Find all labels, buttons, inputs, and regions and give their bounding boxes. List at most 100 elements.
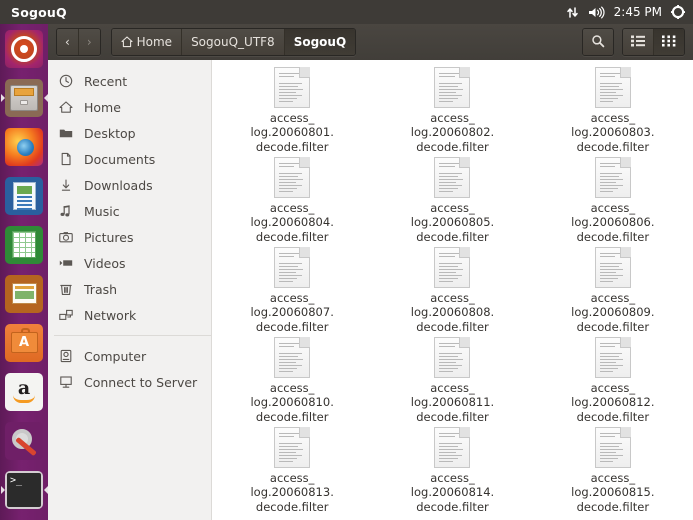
file-item[interactable]: access_ log.20060803. decode.filter (533, 64, 693, 154)
file-label-line: decode.filter (255, 319, 329, 334)
launcher-item-dash[interactable] (0, 24, 48, 73)
volume-indicator-icon[interactable] (588, 6, 605, 19)
sidebar-item-desktop[interactable]: Desktop (48, 120, 211, 146)
file-item[interactable]: access_ log.20060804. decode.filter (212, 154, 372, 244)
file-label-line: decode.filter (576, 229, 650, 244)
files-icon (5, 78, 43, 117)
file-label-line: log.20060809. (571, 305, 655, 319)
file-label-line: access_ (590, 200, 636, 215)
video-icon (58, 255, 74, 271)
file-item[interactable]: access_ log.20060809. decode.filter (533, 244, 693, 334)
file-label: access_ log.20060807. decode.filter (212, 291, 372, 335)
sidebar-item-downloads[interactable]: Downloads (48, 172, 211, 198)
file-label-line: decode.filter (255, 409, 329, 424)
file-label-line: access_ (590, 470, 636, 485)
document-file-icon (274, 427, 311, 468)
software-letter: A (18, 335, 30, 350)
file-item[interactable]: access_ log.20060802. decode.filter (372, 64, 532, 154)
file-item[interactable]: access_ log.20060812. decode.filter (533, 334, 693, 424)
document-file-icon (274, 247, 311, 288)
file-label-line: log.20060801. (250, 125, 334, 139)
file-label-line: log.20060812. (571, 395, 655, 409)
launcher-item-calc[interactable] (0, 220, 48, 269)
clock-label[interactable]: 2:45 PM (614, 5, 662, 19)
file-label-line: log.20060803. (571, 125, 655, 139)
launcher-item-amazon[interactable]: a (0, 367, 48, 416)
file-item[interactable]: access_ log.20060813. decode.filter (212, 424, 372, 514)
sidebar-item-connect-to-server[interactable]: Connect to Server (48, 369, 211, 395)
file-label-line: decode.filter (416, 319, 489, 334)
top-panel: SogouQ 2:45 PM (0, 0, 693, 24)
file-item[interactable]: access_ log.20060806. decode.filter (533, 154, 693, 244)
file-item[interactable]: access_ log.20060814. decode.filter (372, 424, 532, 514)
file-label: access_ log.20060803. decode.filter (533, 111, 693, 155)
launcher-item-settings[interactable] (0, 416, 48, 465)
file-label-line: decode.filter (576, 499, 650, 514)
file-label-line: decode.filter (576, 139, 650, 154)
file-item[interactable]: access_ log.20060811. decode.filter (372, 334, 532, 424)
file-item[interactable]: access_ log.20060805. decode.filter (372, 154, 532, 244)
file-label-line: decode.filter (576, 409, 650, 424)
file-label-line: access_ (590, 380, 636, 395)
file-label-line: access_ (269, 380, 315, 395)
network-indicator-icon[interactable] (566, 6, 579, 19)
sidebar-label-home: Home (84, 99, 121, 115)
sidebar-label-downloads: Downloads (84, 177, 153, 193)
window-body: Recent Home Desktop Documents Downloads … (48, 60, 693, 520)
file-label-line: decode.filter (416, 139, 489, 154)
file-item[interactable]: access_ log.20060807. decode.filter (212, 244, 372, 334)
computer-icon (58, 348, 74, 364)
file-label: access_ log.20060809. decode.filter (533, 291, 693, 335)
gear-icon[interactable] (671, 5, 685, 19)
document-file-icon (434, 67, 471, 108)
search-button[interactable] (583, 29, 613, 55)
list-view-button[interactable] (623, 29, 654, 55)
forward-button[interactable]: › (78, 29, 100, 55)
sidebar-label-network: Network (84, 307, 137, 323)
libreoffice-calc-icon (5, 225, 43, 264)
file-label: access_ log.20060813. decode.filter (212, 471, 372, 515)
file-label-line: log.20060802. (410, 125, 495, 139)
sidebar-separator (54, 335, 211, 336)
document-icon (58, 151, 74, 167)
launcher-item-firefox[interactable] (0, 122, 48, 171)
sidebar-item-videos[interactable]: Videos (48, 250, 211, 276)
breadcrumb-item-sogouq[interactable]: SogouQ (284, 29, 356, 55)
music-icon (58, 203, 74, 219)
file-view[interactable]: access_ log.20060801. decode.filter access_… (212, 60, 693, 520)
file-label-line: access_ (430, 290, 475, 305)
places-sidebar: Recent Home Desktop Documents Downloads … (48, 60, 212, 520)
file-label-line: decode.filter (255, 229, 329, 244)
launcher-item-terminal[interactable]: >_ (0, 465, 48, 514)
launcher-item-writer[interactable] (0, 171, 48, 220)
document-file-icon (434, 157, 471, 198)
launcher-item-trash[interactable] (0, 514, 48, 520)
launcher-item-files[interactable] (0, 73, 48, 122)
sidebar-item-pictures[interactable]: Pictures (48, 224, 211, 250)
file-label: access_ log.20060808. decode.filter (372, 291, 532, 335)
file-label-line: decode.filter (416, 409, 489, 424)
file-label-line: decode.filter (416, 229, 489, 244)
file-label-line: access_ (430, 470, 475, 485)
file-item[interactable]: access_ log.20060810. decode.filter (212, 334, 372, 424)
breadcrumb-item-home[interactable]: Home (111, 29, 183, 55)
launcher-item-software[interactable]: A (0, 318, 48, 367)
sidebar-item-network[interactable]: Network (48, 302, 211, 328)
sidebar-item-computer[interactable]: Computer (48, 343, 211, 369)
sidebar-item-music[interactable]: Music (48, 198, 211, 224)
sidebar-label-connect-to-server: Connect to Server (84, 374, 198, 390)
file-label-line: access_ (430, 110, 475, 125)
breadcrumb-item-sogouq-utf8[interactable]: SogouQ_UTF8 (182, 29, 285, 55)
sidebar-item-documents[interactable]: Documents (48, 146, 211, 172)
file-item[interactable]: access_ log.20060808. decode.filter (372, 244, 532, 334)
sidebar-item-recent[interactable]: Recent (48, 68, 211, 94)
back-button[interactable]: ‹ (57, 29, 79, 55)
icon-grid: access_ log.20060801. decode.filter access_… (212, 60, 693, 514)
launcher-item-impress[interactable] (0, 269, 48, 318)
file-item[interactable]: access_ log.20060815. decode.filter (533, 424, 693, 514)
sidebar-item-home[interactable]: Home (48, 94, 211, 120)
file-label: access_ log.20060802. decode.filter (372, 111, 532, 155)
sidebar-item-trash[interactable]: Trash (48, 276, 211, 302)
grid-view-button[interactable] (654, 29, 684, 55)
file-item[interactable]: access_ log.20060801. decode.filter (212, 64, 372, 154)
